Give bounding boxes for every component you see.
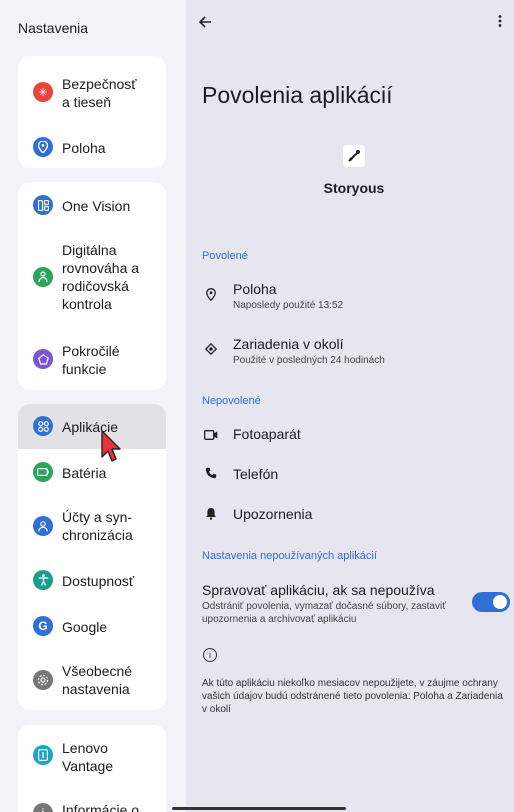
settings-sidebar: Nastavenia ✳ Bezpečnosť a tieseň Poloha …: [0, 0, 186, 812]
camera-icon: [203, 428, 219, 443]
app-name: Storyous: [323, 180, 385, 196]
sidebar-item-google[interactable]: G Google: [18, 606, 166, 646]
battery-icon: [33, 462, 53, 482]
page-title: Povolenia aplikácií: [202, 82, 393, 108]
sidebar-group-safety: ✳ Bezpečnosť a tieseň Poloha: [18, 56, 166, 168]
info-icon: i: [33, 803, 53, 812]
app-icon: [343, 145, 365, 167]
sidebar-item-safety[interactable]: ✳ Bezpečnosť a tieseň: [18, 56, 166, 128]
sidebar-group-other: Lenovo Vantage i Informácie o: [18, 725, 166, 812]
sidebar-item-label: Účty a syn- chronizácia: [62, 509, 133, 543]
sidebar-group-features: One Vision Digitálna rovnováha a rodičov…: [18, 182, 166, 390]
manage-unused-app-toggle[interactable]: [472, 592, 510, 612]
sidebar-item-battery[interactable]: Batéria: [18, 454, 166, 492]
sidebar-item-label: One Vision: [62, 198, 131, 214]
asterisk-icon: ✳: [33, 82, 53, 102]
mouse-cursor-icon: [101, 430, 121, 462]
sidebar-item-accounts[interactable]: Účty a syn- chronizácia: [18, 498, 166, 554]
permission-title: Poloha: [233, 281, 277, 297]
advanced-icon: [33, 349, 53, 369]
sidebar-item-label: Informácie o: [62, 802, 140, 812]
vantage-icon: [33, 745, 53, 765]
permission-title: Telefón: [233, 466, 279, 482]
apps-icon: [33, 416, 53, 436]
unused-apps-section-header: Nastavenia nepoužívaných aplikácií: [202, 550, 377, 562]
sidebar-item-label: Digitálna rovnováha a rodičovská kontrol…: [62, 242, 140, 312]
sidebar-item-label: Batéria: [62, 465, 107, 481]
sidebar-item-label: Pokročilé funkcie: [62, 343, 120, 377]
sidebar-item-general[interactable]: Všeobecné nastavenia: [18, 654, 166, 708]
permission-title: Zariadenia v okolí: [233, 336, 344, 352]
sidebar-item-label: Bezpečnosť a tieseň: [62, 76, 137, 110]
sidebar-item-location[interactable]: Poloha: [18, 128, 166, 168]
bell-icon: [203, 507, 219, 523]
setting-subtitle: Odstrániť povolenia, vymazať dočasné súb…: [202, 601, 446, 625]
allowed-section-header: Povolené: [202, 250, 248, 262]
location-icon: [33, 137, 53, 157]
permission-title: Fotoaparát: [233, 426, 301, 442]
sidebar-item-label: Dostupnosť: [62, 573, 135, 589]
sidebar-item-lenovo-vantage[interactable]: Lenovo Vantage: [18, 725, 166, 785]
sidebar-item-label: Lenovo Vantage: [62, 740, 114, 774]
info-text: Ak túto aplikáciu niekoľko mesiacov nepo…: [202, 678, 503, 715]
sidebar-item-digital-wellbeing[interactable]: Digitálna rovnováha a rodičovská kontrol…: [18, 232, 166, 328]
google-icon: G: [33, 616, 53, 636]
one-vision-icon: [33, 195, 53, 215]
sidebar-item-advanced[interactable]: Pokročilé funkcie: [18, 332, 166, 388]
sidebar-title: Nastavenia: [18, 20, 89, 36]
location-pin-icon: [203, 288, 219, 304]
sidebar-item-apps[interactable]: Aplikácie: [18, 404, 166, 449]
navigation-handle[interactable]: [172, 807, 346, 810]
setting-title: Spravovať aplikáciu, ak sa nepoužíva: [202, 582, 435, 598]
accessibility-icon: [33, 570, 53, 590]
sidebar-group-system: Aplikácie Batéria Účty a syn- chronizáci…: [18, 404, 166, 710]
permission-subtitle: Použité v posledných 24 hodinách: [233, 355, 385, 366]
permission-subtitle: Naposledy použité 13:52: [233, 300, 344, 311]
phone-icon: [203, 467, 219, 482]
denied-section-header: Nepovolené: [202, 395, 261, 407]
toggle-knob: [493, 595, 507, 609]
sidebar-item-one-vision[interactable]: One Vision: [18, 182, 166, 228]
info-icon: i: [203, 648, 217, 662]
sidebar-item-label: Google: [62, 619, 108, 635]
more-options-icon[interactable]: [498, 14, 502, 33]
nearby-devices-icon: [203, 342, 219, 358]
sidebar-item-label: Poloha: [62, 140, 106, 156]
sidebar-item-label: Všeobecné nastavenia: [62, 663, 133, 697]
sidebar-item-accessibility[interactable]: Dostupnosť: [18, 560, 166, 600]
back-arrow-icon[interactable]: [198, 15, 212, 34]
permission-title: Upozornenia: [233, 506, 313, 522]
account-icon: [33, 516, 53, 536]
wellbeing-icon: [33, 267, 53, 287]
gear-icon: [33, 670, 53, 690]
sidebar-item-about[interactable]: i Informácie o: [18, 789, 166, 812]
